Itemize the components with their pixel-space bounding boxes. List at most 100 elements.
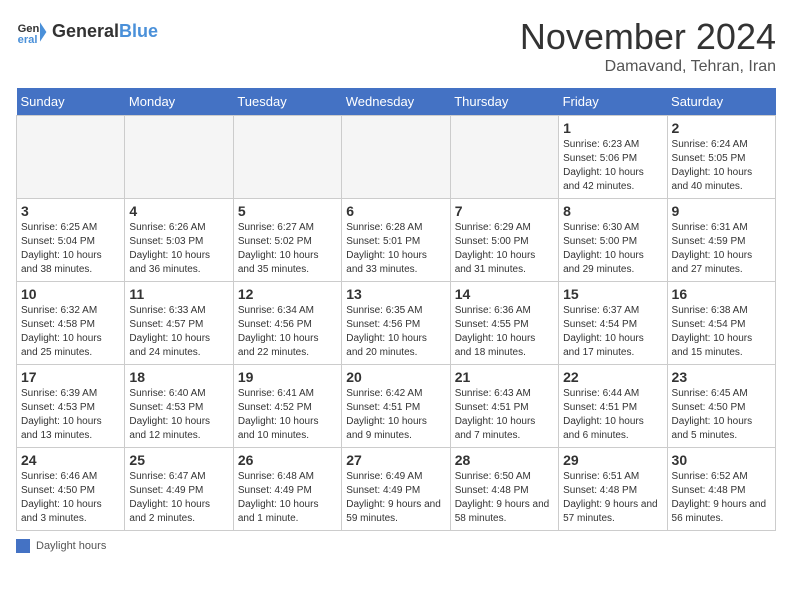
footer-color-box — [16, 539, 30, 553]
calendar-day-cell: 2 Sunrise: 6:24 AM Sunset: 5:05 PM Daylig… — [667, 116, 775, 199]
day-info: Sunrise: 6:37 AM Sunset: 4:54 PM Dayligh… — [563, 304, 662, 360]
logo-line2: Blue — [119, 21, 158, 41]
day-number: 3 — [21, 203, 120, 219]
day-info: Sunrise: 6:45 AM Sunset: 4:50 PM Dayligh… — [672, 387, 771, 443]
day-number: 14 — [455, 286, 554, 302]
day-info: Sunrise: 6:39 AM Sunset: 4:53 PM Dayligh… — [21, 387, 120, 443]
day-info: Sunrise: 6:25 AM Sunset: 5:04 PM Dayligh… — [21, 221, 120, 277]
day-number: 28 — [455, 452, 554, 468]
day-info: Sunrise: 6:31 AM Sunset: 4:59 PM Dayligh… — [672, 221, 771, 277]
calendar-day-cell: 21 Sunrise: 6:43 AM Sunset: 4:51 PM Dayli… — [450, 365, 558, 448]
day-number: 2 — [672, 120, 771, 136]
day-info: Sunrise: 6:36 AM Sunset: 4:55 PM Dayligh… — [455, 304, 554, 360]
day-info: Sunrise: 6:50 AM Sunset: 4:48 PM Dayligh… — [455, 470, 554, 526]
calendar-day-cell: 27 Sunrise: 6:49 AM Sunset: 4:49 PM Dayli… — [342, 448, 450, 531]
day-info: Sunrise: 6:30 AM Sunset: 5:00 PM Dayligh… — [563, 221, 662, 277]
day-info: Sunrise: 6:28 AM Sunset: 5:01 PM Dayligh… — [346, 221, 445, 277]
calendar-day-cell: 29 Sunrise: 6:51 AM Sunset: 4:48 PM Dayli… — [559, 448, 667, 531]
calendar-day-cell: 1 Sunrise: 6:23 AM Sunset: 5:06 PM Daylig… — [559, 116, 667, 199]
calendar-day-header: Wednesday — [342, 88, 450, 116]
day-info: Sunrise: 6:48 AM Sunset: 4:49 PM Dayligh… — [238, 470, 337, 526]
day-number: 1 — [563, 120, 662, 136]
calendar-day-header: Thursday — [450, 88, 558, 116]
day-number: 4 — [129, 203, 228, 219]
title-block: November 2024 Damavand, Tehran, Iran — [520, 16, 776, 76]
day-number: 15 — [563, 286, 662, 302]
day-info: Sunrise: 6:29 AM Sunset: 5:00 PM Dayligh… — [455, 221, 554, 277]
calendar-day-cell: 16 Sunrise: 6:38 AM Sunset: 4:54 PM Dayli… — [667, 282, 775, 365]
day-number: 18 — [129, 369, 228, 385]
calendar-day-cell: 26 Sunrise: 6:48 AM Sunset: 4:49 PM Dayli… — [233, 448, 341, 531]
calendar-table: SundayMondayTuesdayWednesdayThursdayFrid… — [16, 88, 776, 531]
day-number: 5 — [238, 203, 337, 219]
day-number: 13 — [346, 286, 445, 302]
day-info: Sunrise: 6:26 AM Sunset: 5:03 PM Dayligh… — [129, 221, 228, 277]
calendar-day-cell — [450, 116, 558, 199]
svg-text:Gen: Gen — [18, 23, 40, 35]
day-number: 16 — [672, 286, 771, 302]
calendar-week-row: 1 Sunrise: 6:23 AM Sunset: 5:06 PM Daylig… — [17, 116, 776, 199]
day-info: Sunrise: 6:40 AM Sunset: 4:53 PM Dayligh… — [129, 387, 228, 443]
calendar-day-cell: 13 Sunrise: 6:35 AM Sunset: 4:56 PM Dayli… — [342, 282, 450, 365]
day-info: Sunrise: 6:43 AM Sunset: 4:51 PM Dayligh… — [455, 387, 554, 443]
day-number: 23 — [672, 369, 771, 385]
location-title: Damavand, Tehran, Iran — [520, 58, 776, 76]
calendar-day-cell: 20 Sunrise: 6:42 AM Sunset: 4:51 PM Dayli… — [342, 365, 450, 448]
calendar-day-cell — [342, 116, 450, 199]
calendar-day-cell: 11Sunrise: 6:33 AM Sunset: 4:57 PM Dayli… — [125, 282, 233, 365]
calendar-day-cell: 17 Sunrise: 6:39 AM Sunset: 4:53 PM Dayli… — [17, 365, 125, 448]
day-number: 30 — [672, 452, 771, 468]
day-info: Sunrise: 6:42 AM Sunset: 4:51 PM Dayligh… — [346, 387, 445, 443]
day-number: 22 — [563, 369, 662, 385]
day-number: 10 — [21, 286, 120, 302]
calendar-day-header: Tuesday — [233, 88, 341, 116]
day-info: Sunrise: 6:23 AM Sunset: 5:06 PM Dayligh… — [563, 138, 662, 194]
day-number: 19 — [238, 369, 337, 385]
calendar-day-cell: 28 Sunrise: 6:50 AM Sunset: 4:48 PM Dayli… — [450, 448, 558, 531]
day-info: Sunrise: 6:46 AM Sunset: 4:50 PM Dayligh… — [21, 470, 120, 526]
day-number: 7 — [455, 203, 554, 219]
calendar-header-row: SundayMondayTuesdayWednesdayThursdayFrid… — [17, 88, 776, 116]
logo: Gen eral GeneralBlue — [16, 16, 158, 48]
calendar-day-cell: 23 Sunrise: 6:45 AM Sunset: 4:50 PM Dayli… — [667, 365, 775, 448]
month-title: November 2024 — [520, 16, 776, 58]
day-number: 20 — [346, 369, 445, 385]
calendar-day-cell: 18 Sunrise: 6:40 AM Sunset: 4:53 PM Dayli… — [125, 365, 233, 448]
day-number: 27 — [346, 452, 445, 468]
day-number: 26 — [238, 452, 337, 468]
calendar-day-cell: 9Sunrise: 6:31 AM Sunset: 4:59 PM Daylig… — [667, 199, 775, 282]
calendar-day-cell: 12Sunrise: 6:34 AM Sunset: 4:56 PM Dayli… — [233, 282, 341, 365]
day-info: Sunrise: 6:47 AM Sunset: 4:49 PM Dayligh… — [129, 470, 228, 526]
day-info: Sunrise: 6:38 AM Sunset: 4:54 PM Dayligh… — [672, 304, 771, 360]
calendar-day-cell: 22Sunrise: 6:44 AM Sunset: 4:51 PM Dayli… — [559, 365, 667, 448]
day-number: 21 — [455, 369, 554, 385]
day-info: Sunrise: 6:34 AM Sunset: 4:56 PM Dayligh… — [238, 304, 337, 360]
logo-line1: General — [52, 21, 119, 41]
day-number: 29 — [563, 452, 662, 468]
calendar-day-cell — [17, 116, 125, 199]
svg-text:eral: eral — [18, 34, 38, 46]
calendar-week-row: 10 Sunrise: 6:32 AM Sunset: 4:58 PM Dayli… — [17, 282, 776, 365]
calendar-week-row: 24 Sunrise: 6:46 AM Sunset: 4:50 PM Dayli… — [17, 448, 776, 531]
calendar-day-header: Monday — [125, 88, 233, 116]
day-info: Sunrise: 6:24 AM Sunset: 5:05 PM Dayligh… — [672, 138, 771, 194]
calendar-day-cell: 19 Sunrise: 6:41 AM Sunset: 4:52 PM Dayli… — [233, 365, 341, 448]
day-info: Sunrise: 6:51 AM Sunset: 4:48 PM Dayligh… — [563, 470, 662, 526]
page-header: Gen eral GeneralBlue November 2024 Damav… — [16, 16, 776, 76]
calendar-week-row: 3 Sunrise: 6:25 AM Sunset: 5:04 PM Daylig… — [17, 199, 776, 282]
calendar-day-cell: 4 Sunrise: 6:26 AM Sunset: 5:03 PM Daylig… — [125, 199, 233, 282]
calendar-day-header: Sunday — [17, 88, 125, 116]
calendar-day-cell: 14 Sunrise: 6:36 AM Sunset: 4:55 PM Dayli… — [450, 282, 558, 365]
day-info: Sunrise: 6:41 AM Sunset: 4:52 PM Dayligh… — [238, 387, 337, 443]
day-info: Sunrise: 6:49 AM Sunset: 4:49 PM Dayligh… — [346, 470, 445, 526]
calendar-day-cell: 7 Sunrise: 6:29 AM Sunset: 5:00 PM Daylig… — [450, 199, 558, 282]
calendar-day-header: Friday — [559, 88, 667, 116]
calendar-day-cell — [125, 116, 233, 199]
day-number: 24 — [21, 452, 120, 468]
day-info: Sunrise: 6:52 AM Sunset: 4:48 PM Dayligh… — [672, 470, 771, 526]
calendar-day-cell: 24 Sunrise: 6:46 AM Sunset: 4:50 PM Dayli… — [17, 448, 125, 531]
day-info: Sunrise: 6:32 AM Sunset: 4:58 PM Dayligh… — [21, 304, 120, 360]
day-number: 17 — [21, 369, 120, 385]
day-number: 8 — [563, 203, 662, 219]
day-info: Sunrise: 6:35 AM Sunset: 4:56 PM Dayligh… — [346, 304, 445, 360]
